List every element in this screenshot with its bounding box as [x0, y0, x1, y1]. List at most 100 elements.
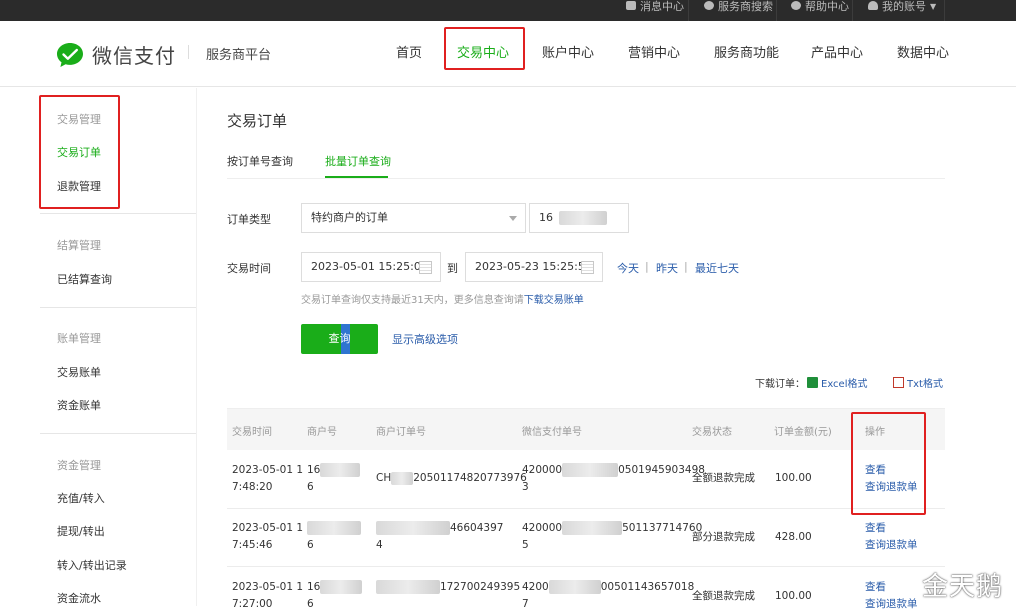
redacted-block: [562, 463, 619, 477]
message-center-link[interactable]: 消息中心: [626, 0, 684, 21]
wechat-pay-logo[interactable]: 微信支付: [56, 40, 176, 69]
sidebar-highlight-box: [39, 95, 120, 209]
download-excel-link[interactable]: Excel格式: [807, 375, 868, 390]
sidebar-item-transfer-records[interactable]: 转入/转出记录: [57, 557, 127, 573]
sidebar-item-fund-bill[interactable]: 资金账单: [57, 397, 101, 413]
cell-actions: 查看 查询退款单: [865, 579, 918, 613]
topbar-divider: [776, 0, 777, 21]
start-time-input[interactable]: 2023-05-01 15:25:00: [301, 252, 441, 282]
sidebar-item-fund-flow[interactable]: 资金流水: [57, 590, 101, 606]
txt-file-icon: [893, 377, 904, 388]
cell-merchant-order-no: 46604397 4: [376, 521, 504, 551]
end-time-input[interactable]: 2023-05-23 15:25:59: [465, 252, 603, 282]
query-refund-link[interactable]: 查询退款单: [865, 596, 918, 613]
sidebar-item-settled-query[interactable]: 已结算查询: [57, 271, 112, 287]
show-advanced-options-link[interactable]: 显示高级选项: [392, 331, 458, 347]
tab-batch-order-query[interactable]: 批量订单查询: [325, 153, 391, 169]
account-menu[interactable]: 我的账号 ▼: [868, 0, 936, 21]
redacted-block: [376, 580, 440, 594]
cell-merchant-order-no: CH 20501174820773976: [376, 471, 527, 485]
quick-today[interactable]: 今天: [617, 260, 639, 276]
service-search-link[interactable]: 服务商搜索: [704, 0, 773, 21]
cell-amount: 100.00: [775, 472, 812, 484]
cell-trade-status: 全额退款完成: [692, 472, 755, 484]
cell-trade-time: 2023-05-01 1 7:48:20: [232, 464, 304, 493]
column-header: 交易时间: [232, 427, 272, 438]
quick-last-seven-days[interactable]: 最近七天: [695, 260, 739, 276]
quick-separator: |: [645, 260, 649, 273]
nav-account-center[interactable]: 账户中心: [542, 42, 594, 61]
nav-highlight-box: [444, 27, 525, 70]
redacted-block: [548, 580, 601, 594]
cell-merchant-id: 16 6: [307, 579, 363, 613]
column-header: 商户订单号: [376, 427, 426, 438]
platform-name: 服务商平台: [206, 48, 272, 63]
sidebar-item-recharge[interactable]: 充值/转入: [57, 490, 105, 506]
chevron-down-icon: ▼: [930, 2, 937, 11]
download-txt-link[interactable]: Txt格式: [893, 375, 943, 390]
cell-trade-status: 全额退款完成: [692, 590, 755, 602]
nav-home[interactable]: 首页: [396, 42, 422, 61]
cell-amount: 100.00: [775, 590, 812, 602]
trade-time-label: 交易时间: [227, 262, 271, 275]
table-header: 交易时间 商户号 商户订单号 微信支付单号 交易状态 订单金额(元) 操作: [227, 408, 945, 450]
download-trade-bill-link[interactable]: 下载交易账单: [524, 295, 584, 306]
cell-merchant-id: 6: [307, 520, 361, 554]
cell-amount: 428.00: [775, 531, 812, 543]
excel-icon: [807, 377, 818, 388]
column-header: 微信支付单号: [522, 427, 582, 438]
sidebar-group-settlement: 结算管理: [57, 239, 101, 252]
query-hint: 交易订单查询仅支持最近31天内，更多信息查询请下载交易账单: [301, 295, 584, 306]
user-icon: [868, 1, 878, 10]
sidebar-group-funds: 资金管理: [57, 459, 101, 472]
wechat-pay-logo-icon: [57, 42, 83, 67]
actions-highlight-box: [851, 412, 926, 515]
view-order-link[interactable]: 查看: [865, 579, 918, 596]
sidebar-separator: [40, 433, 196, 434]
nav-data-center[interactable]: 数据中心: [897, 42, 949, 61]
sidebar-divider: [196, 88, 197, 606]
view-order-link[interactable]: 查看: [865, 520, 918, 537]
query-button[interactable]: 查询: [301, 324, 378, 354]
help-center-link[interactable]: 帮助中心: [791, 0, 849, 21]
sidebar-item-withdraw[interactable]: 提现/转出: [57, 523, 105, 539]
merchant-id-input[interactable]: 16: [529, 203, 629, 233]
redacted-block: [320, 580, 363, 594]
cell-trade-time: 2023-05-01 1 7:27:00: [232, 581, 304, 610]
cell-trade-time: 2023-05-01 1 7:45:46: [232, 522, 304, 551]
mail-icon: [626, 1, 636, 10]
sidebar-group-bills: 账单管理: [57, 332, 101, 345]
quick-yesterday[interactable]: 昨天: [656, 260, 678, 276]
row-divider: [227, 508, 945, 509]
topbar-divider: [944, 0, 945, 21]
query-refund-link[interactable]: 查询退款单: [865, 537, 918, 554]
cell-wechat-order-no: 4200 00501143657018 7: [522, 580, 695, 610]
calendar-icon[interactable]: [419, 261, 432, 274]
column-header: 商户号: [307, 427, 337, 438]
redacted-block: [391, 471, 414, 485]
row-divider: [227, 566, 945, 567]
order-type-label: 订单类型: [227, 213, 271, 226]
chevron-down-icon: [509, 216, 517, 221]
logo-divider: [188, 45, 189, 59]
search-icon: [704, 1, 714, 10]
topbar-divider: [852, 0, 853, 21]
sidebar-separator: [40, 213, 196, 214]
calendar-icon[interactable]: [581, 261, 594, 274]
nav-product-center[interactable]: 产品中心: [811, 42, 863, 61]
nav-provider-functions[interactable]: 服务商功能: [714, 42, 779, 61]
top-utility-bar: 消息中心 服务商搜索 帮助中心 我的账号 ▼: [0, 0, 1016, 21]
column-header: 订单金额(元): [774, 427, 832, 438]
order-type-select[interactable]: 特约商户的订单: [301, 203, 526, 233]
redacted-block: [307, 521, 361, 535]
download-orders-label: 下载订单：: [755, 379, 805, 390]
nav-marketing-center[interactable]: 营销中心: [628, 42, 680, 61]
cell-merchant-order-no: 172700249395: [376, 579, 520, 596]
redacted-block: [562, 521, 623, 535]
sidebar-item-trade-bill[interactable]: 交易账单: [57, 364, 101, 380]
cell-wechat-order-no: 420000 501137714760 5: [522, 521, 703, 551]
topbar-divider: [688, 0, 689, 21]
range-to-label: 到: [447, 262, 458, 275]
tab-query-by-order-number[interactable]: 按订单号查询: [227, 153, 293, 169]
redacted-block: [376, 521, 450, 535]
